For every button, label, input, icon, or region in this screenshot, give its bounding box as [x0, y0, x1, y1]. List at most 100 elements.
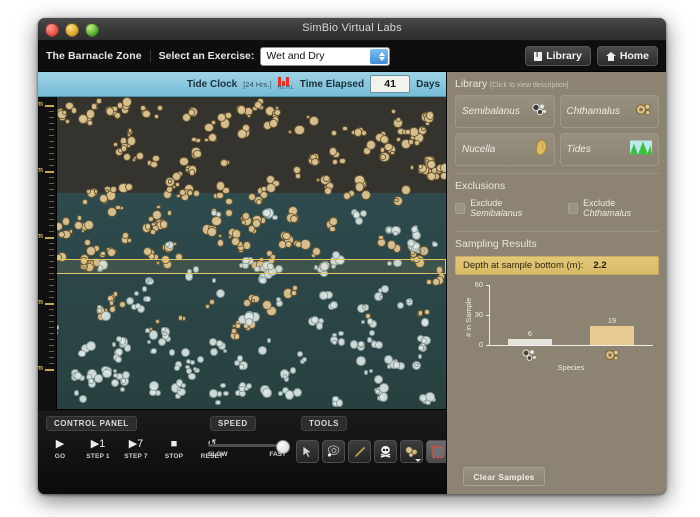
barnacle [105, 107, 115, 116]
exclude-chthamalus-checkbox[interactable] [567, 202, 579, 214]
barnacle [417, 354, 423, 359]
barnacle [142, 109, 151, 119]
barnacle [211, 216, 222, 227]
days-value-field[interactable]: 41 [370, 75, 411, 93]
depth-readout: Depth at sample bottom (m): 2.2 [455, 256, 659, 275]
library-item-tides[interactable]: Tides [559, 133, 659, 166]
chevron-down-icon[interactable] [415, 459, 421, 462]
ruler-tick-major [45, 369, 54, 371]
chart-bar[interactable] [508, 339, 552, 345]
barnacle [356, 356, 366, 367]
library-item-nucella[interactable]: Nucella [455, 133, 555, 166]
barnacle [216, 191, 224, 200]
step-7-button[interactable]: ▶7 STEP 7 [122, 438, 150, 460]
home-button[interactable]: Home [596, 46, 658, 66]
ruler-tick-minor [49, 339, 54, 340]
barnacle [427, 171, 437, 181]
exercise-select-value: Wet and Dry [266, 50, 325, 62]
sample-box[interactable] [56, 259, 446, 274]
barnacle [386, 364, 391, 369]
app-toolbar: The Barnacle Zone Select an Exercise: We… [38, 41, 666, 72]
barnacle [290, 214, 298, 223]
barnacle [257, 346, 267, 355]
barnacle [58, 230, 65, 238]
ruler-tick-minor [49, 231, 54, 232]
barnacle [259, 276, 267, 285]
barnacle [379, 147, 386, 153]
kill-tool[interactable] [374, 440, 397, 463]
library-item-semibalanus[interactable]: Semibalanus [455, 95, 555, 128]
exercise-select[interactable]: Wet and Dry [260, 46, 391, 66]
nucella-snail-icon [534, 139, 548, 160]
pointer-tool[interactable] [296, 440, 319, 463]
stop-button[interactable]: ■ STOP [160, 438, 188, 460]
barnacle [61, 217, 71, 227]
barnacle [331, 339, 337, 345]
barnacle [247, 225, 255, 233]
barnacle [390, 150, 395, 156]
barnacle [115, 204, 121, 210]
ruler-tick-minor [49, 363, 54, 364]
ruler-tick-minor [49, 177, 54, 178]
nucella-tool[interactable] [322, 440, 345, 463]
library-button-label: Library [546, 50, 582, 62]
barnacle [238, 364, 244, 370]
barnacle [421, 126, 426, 132]
barnacle [188, 109, 195, 116]
sampling-heading: Sampling Results [455, 238, 537, 250]
transport-buttons: ▶GO▶1STEP 1▶7STEP 7■STOP↺RESET [46, 438, 226, 460]
chart-y-tick [486, 315, 489, 316]
barnacle [134, 291, 140, 296]
barnacle [223, 348, 228, 353]
speed-slider-knob[interactable] [276, 439, 290, 454]
barnacle [148, 330, 159, 340]
barnacle [230, 236, 240, 246]
ruler-tick-minor [49, 147, 54, 148]
clear-samples-button[interactable]: Clear Samples [463, 467, 545, 486]
barnacle [215, 399, 221, 406]
barnacle [242, 241, 252, 250]
ruler-tick-minor [49, 297, 54, 298]
barnacle [269, 118, 278, 128]
barnacle [64, 118, 70, 125]
step-1-button[interactable]: ▶1 STEP 1 [84, 438, 112, 460]
exclude-prefix: Exclude [470, 198, 503, 208]
ruler-tick-minor [49, 159, 54, 160]
barnacle [339, 157, 346, 165]
add-barnacle-tool[interactable] [400, 440, 423, 463]
library-button[interactable]: Library [525, 46, 591, 66]
speed-slider[interactable]: SLOW FAST [208, 439, 290, 458]
ruler-tick-major [45, 303, 54, 305]
sampling-chart: 0 30 60 # in Sample 6 19 Species [455, 279, 659, 375]
ruler-tick-minor [49, 117, 54, 118]
barnacle [204, 123, 214, 133]
barnacle [193, 149, 202, 159]
barnacle [408, 138, 415, 145]
ruler-tick-minor [49, 153, 54, 154]
go-button[interactable]: ▶ GO [46, 438, 74, 460]
exclude-semibalanus-checkbox[interactable] [455, 202, 466, 214]
chart-bar[interactable] [590, 326, 634, 345]
barnacle [150, 229, 156, 235]
barnacle [329, 226, 336, 233]
control-panel: CONTROL PANEL SPEED TOOLS ▶ GO ▶1 STEP 1 ▶7 S… [38, 409, 481, 494]
draw-tool[interactable] [348, 440, 371, 463]
window-title: SimBio Virtual Labs [302, 22, 402, 34]
barnacle [432, 241, 438, 248]
barnacle [367, 318, 374, 325]
library-item-chthamalus[interactable]: Chthamalus [559, 95, 659, 128]
barnacle [267, 338, 272, 343]
chevron-updown-icon[interactable] [370, 48, 389, 64]
chart-y-axis [489, 285, 490, 345]
simulation-header: Tide Clock [24 Hrs.] H L H L Time Elapse… [38, 72, 446, 97]
barnacle [150, 160, 158, 168]
tide-mark-label: L [290, 85, 294, 91]
ruler-tick-minor [49, 351, 54, 352]
chthamalus-icon [635, 102, 652, 121]
speed-slider-track[interactable] [208, 439, 290, 454]
chart-y-tick [486, 345, 489, 346]
barnacle [406, 238, 415, 247]
chart-x-axis [489, 345, 653, 346]
simulation-canvas[interactable]: 5m 4m 3m 2m 1m [38, 97, 446, 411]
barnacle [309, 116, 319, 126]
